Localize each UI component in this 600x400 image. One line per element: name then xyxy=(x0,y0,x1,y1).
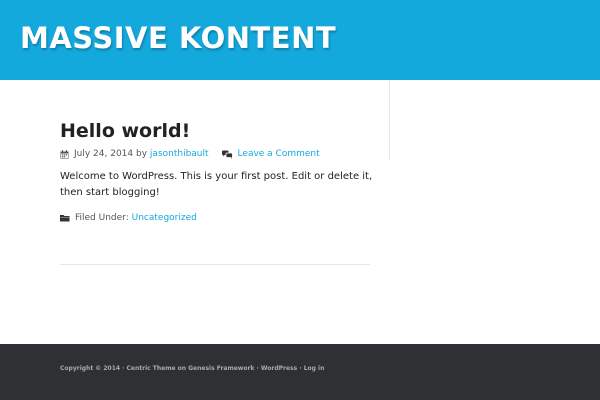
site-header: MASSIVE KONTENT xyxy=(0,0,600,80)
category-link[interactable]: Uncategorized xyxy=(132,210,197,226)
filed-under-label: Filed Under: xyxy=(75,213,129,223)
footer-copyright: Copyright © 2014 · xyxy=(60,365,127,372)
post-byline: by xyxy=(136,149,148,159)
footer-on-text: on xyxy=(175,365,189,372)
post-title[interactable]: Hello world! xyxy=(60,117,190,145)
site-title[interactable]: MASSIVE KONTENT xyxy=(20,18,336,58)
post-content: Welcome to WordPress. This is your first… xyxy=(60,171,373,198)
calendar-icon xyxy=(60,149,69,159)
footer-theme-link[interactable]: Centric Theme xyxy=(127,365,176,372)
post-author-link[interactable]: jasonthibault xyxy=(150,146,209,162)
footer-credits: Copyright © 2014 · Centric Theme on Gene… xyxy=(60,363,324,375)
footer-framework-link[interactable]: Genesis Framework xyxy=(188,365,254,372)
post-meta: July 24, 2014 by jasonthibault Leave a C… xyxy=(60,146,320,162)
folder-icon xyxy=(60,214,70,222)
footer-login-link[interactable]: Log in xyxy=(304,365,325,372)
post-divider xyxy=(60,264,370,265)
comments-icon xyxy=(221,150,233,159)
post-footer: Filed Under: Uncategorized xyxy=(60,210,197,226)
sidebar-divider xyxy=(389,80,390,160)
footer-wordpress-link[interactable]: WordPress xyxy=(261,365,297,372)
post-date: July 24, 2014 xyxy=(74,149,134,159)
leave-comment-link[interactable]: Leave a Comment xyxy=(238,146,320,162)
